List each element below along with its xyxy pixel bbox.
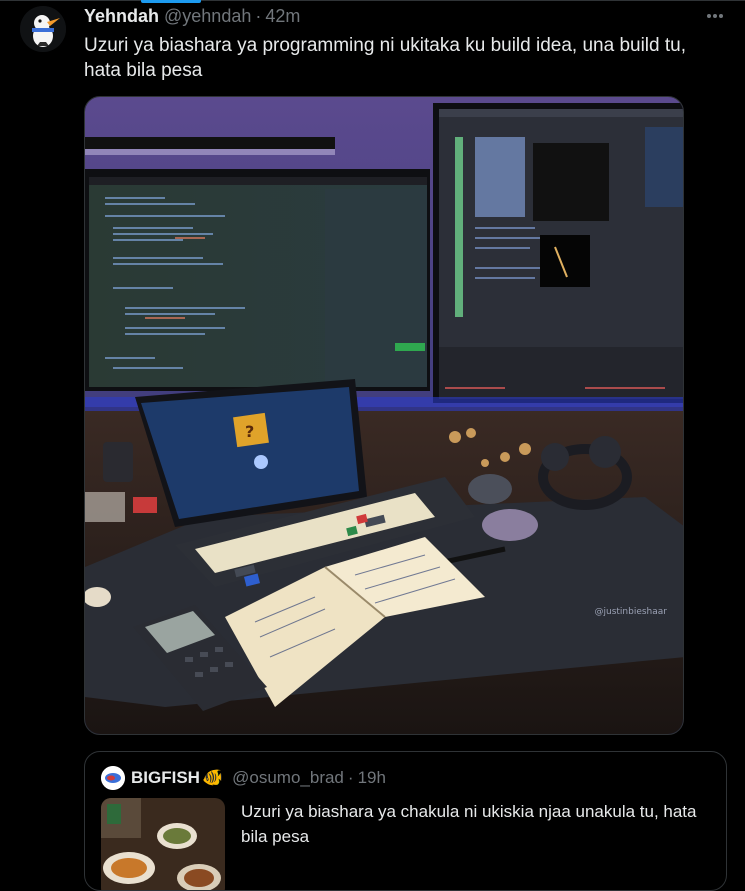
tweet-timestamp[interactable]: 42m xyxy=(265,6,300,27)
tweet-text: Uzuri ya biashara ya programming ni ukit… xyxy=(84,35,686,81)
quoted-author-handle[interactable]: @osumo_brad xyxy=(232,768,344,788)
header-separator: · xyxy=(255,5,262,26)
food-photo xyxy=(101,798,225,890)
quoted-tweet-thumbnail[interactable] xyxy=(101,798,225,890)
desk-setup-photo: ? xyxy=(85,97,683,734)
quoted-header-separator: · xyxy=(347,768,354,787)
quoted-tweet-header: BIGFISH 🐠 @osumo_brad · 19h xyxy=(101,766,386,790)
tweet-header: Yehndah @yehndah · 42m xyxy=(84,5,300,27)
more-horizontal-icon xyxy=(707,14,723,18)
more-options-button[interactable] xyxy=(702,6,728,26)
active-tab-indicator xyxy=(141,0,201,3)
tweet-media-image[interactable]: ? @justinbieshaar xyxy=(84,96,684,735)
top-divider xyxy=(0,0,745,1)
quoted-author-avatar[interactable] xyxy=(101,766,125,790)
author-name[interactable]: Yehndah xyxy=(84,6,159,27)
quoted-tweet-timestamp[interactable]: 19h xyxy=(358,768,386,788)
quoted-author-name[interactable]: BIGFISH xyxy=(131,768,200,788)
media-watermark: @justinbieshaar xyxy=(594,607,667,617)
author-avatar[interactable] xyxy=(20,6,66,52)
quoted-tweet-card[interactable]: BIGFISH 🐠 @osumo_brad · 19h Uzuri ya bia… xyxy=(84,751,727,891)
duck-avatar-icon xyxy=(20,6,66,52)
author-handle[interactable]: @yehndah xyxy=(164,6,251,27)
fish-logo-icon xyxy=(101,766,125,790)
quoted-tweet-text: Uzuri ya biashara ya chakula ni ukiskia … xyxy=(241,802,697,846)
svg-text:?: ? xyxy=(245,422,254,441)
tropical-fish-emoji-icon: 🐠 xyxy=(201,768,224,787)
